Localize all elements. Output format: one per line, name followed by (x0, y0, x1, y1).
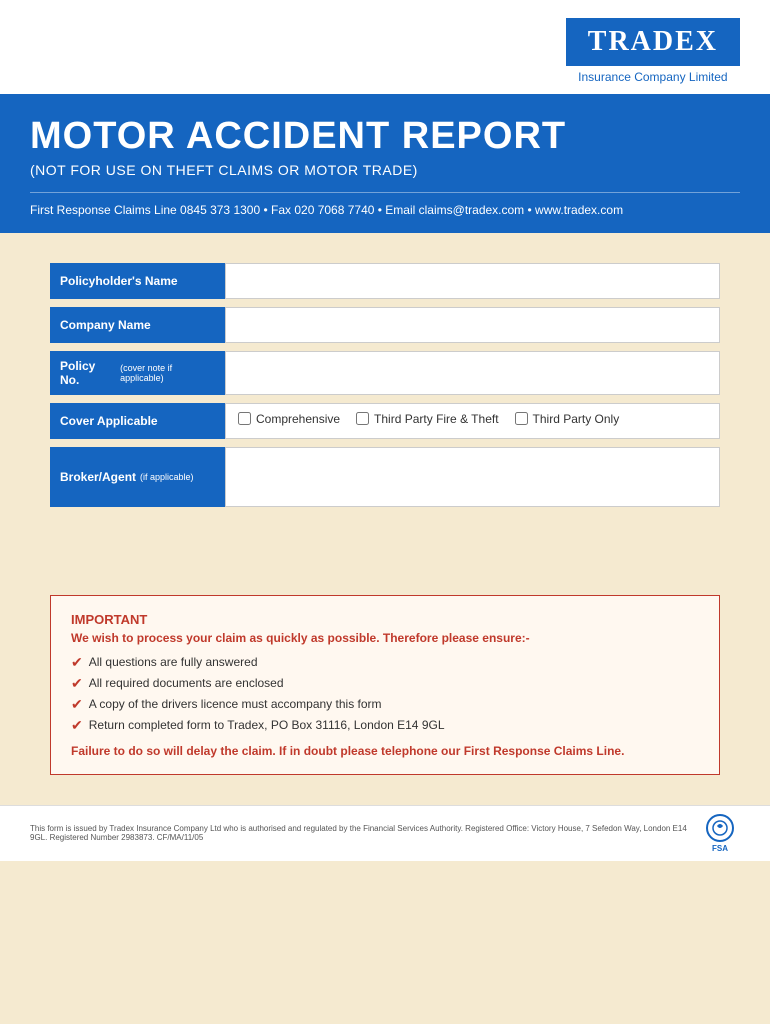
checkbox-tpft[interactable] (356, 412, 369, 425)
blue-banner: MOTOR ACCIDENT REPORT (NOT FOR USE ON TH… (0, 94, 770, 233)
checklist-item-2: ✔ All required documents are enclosed (71, 676, 699, 692)
field-company-name: Company Name (50, 307, 720, 343)
label-cover-applicable: Cover Applicable (50, 403, 225, 439)
important-title: IMPORTANT (71, 612, 699, 627)
banner-contact: First Response Claims Line 0845 373 1300… (30, 192, 740, 217)
input-area-broker-agent[interactable] (225, 447, 720, 507)
cover-option-tpo[interactable]: Third Party Only (515, 412, 620, 426)
fsa-logo: FSA (700, 814, 740, 853)
important-warning: Failure to do so will delay the claim. I… (71, 744, 699, 758)
check-icon-2: ✔ (71, 675, 83, 692)
checkbox-comprehensive[interactable] (238, 412, 251, 425)
logo-subtitle: Insurance Company Limited (566, 70, 740, 84)
checklist-item-4: ✔ Return completed form to Tradex, PO Bo… (71, 718, 699, 734)
input-area-policy-no[interactable] (225, 351, 720, 395)
important-box: IMPORTANT We wish to process your claim … (50, 595, 720, 775)
checklist-item-1: ✔ All questions are fully answered (71, 655, 699, 671)
footer: This form is issued by Tradex Insurance … (0, 805, 770, 861)
label-company-name: Company Name (50, 307, 225, 343)
logo-title: TRADEX (588, 26, 718, 58)
banner-subtitle: (NOT FOR USE ON THEFT CLAIMS OR MOTOR TR… (30, 162, 740, 178)
checklist: ✔ All questions are fully answered ✔ All… (71, 655, 699, 734)
input-area-company-name[interactable] (225, 307, 720, 343)
logo-box: TRADEX (566, 18, 740, 66)
input-policyholders-name[interactable] (226, 264, 719, 298)
checkbox-tpo[interactable] (515, 412, 528, 425)
input-company-name[interactable] (226, 308, 719, 342)
check-icon-4: ✔ (71, 717, 83, 734)
input-broker-agent[interactable] (226, 448, 719, 506)
banner-title: MOTOR ACCIDENT REPORT (30, 116, 740, 158)
form-area: Policyholder's Name Company Name Policy … (0, 233, 770, 535)
cover-option-tpft[interactable]: Third Party Fire & Theft (356, 412, 498, 426)
label-policyholders-name: Policyholder's Name (50, 263, 225, 299)
input-area-cover-applicable: Comprehensive Third Party Fire & Theft T… (225, 403, 720, 439)
check-icon-1: ✔ (71, 654, 83, 671)
cover-option-comprehensive[interactable]: Comprehensive (238, 412, 340, 426)
input-area-policyholders-name[interactable] (225, 263, 720, 299)
check-icon-3: ✔ (71, 696, 83, 713)
field-policy-no: Policy No.(cover note if applicable) (50, 351, 720, 395)
input-policy-no[interactable] (226, 352, 719, 394)
checklist-item-3: ✔ A copy of the drivers licence must acc… (71, 697, 699, 713)
important-subtitle: We wish to process your claim as quickly… (71, 631, 699, 645)
label-broker-agent: Broker/Agent(if applicable) (50, 447, 225, 507)
cover-options: Comprehensive Third Party Fire & Theft T… (226, 404, 719, 434)
field-cover-applicable: Cover Applicable Comprehensive Third Par… (50, 403, 720, 439)
footer-text: This form is issued by Tradex Insurance … (30, 824, 700, 842)
field-policyholders-name: Policyholder's Name (50, 263, 720, 299)
fsa-label: FSA (712, 844, 728, 853)
fsa-circle-icon (706, 814, 734, 842)
label-policy-no: Policy No.(cover note if applicable) (50, 351, 225, 395)
field-broker-agent: Broker/Agent(if applicable) (50, 447, 720, 507)
header: TRADEX Insurance Company Limited (0, 0, 770, 94)
